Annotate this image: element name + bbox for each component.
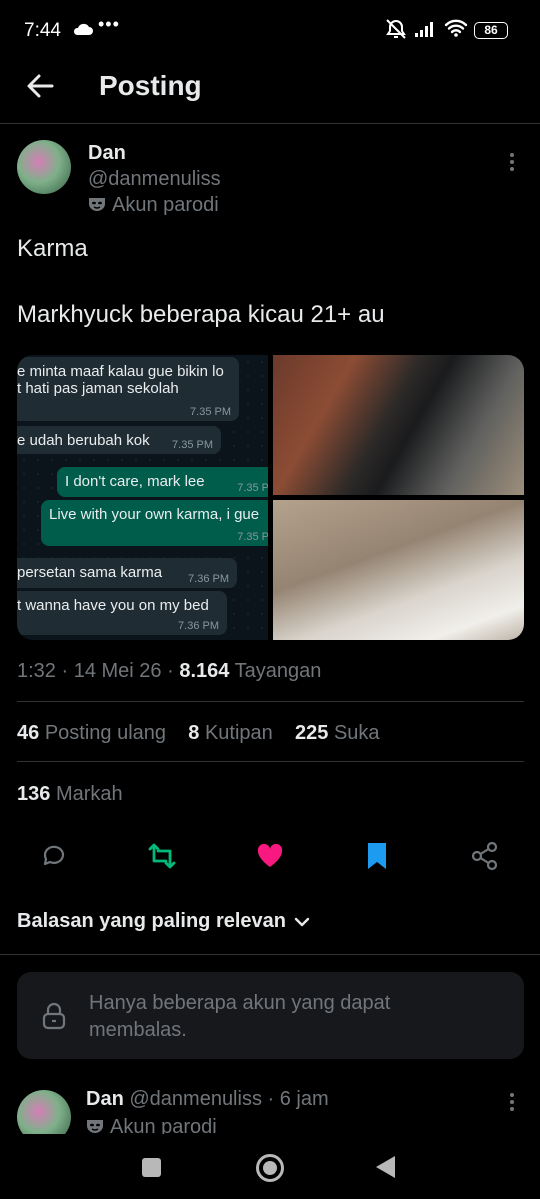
mute-icon <box>386 19 406 39</box>
avatar[interactable] <box>17 140 71 194</box>
chat-time: 7.36 PM <box>178 620 219 632</box>
parody-badge: Akun parodi <box>88 194 219 217</box>
chat-bubble: I don't care, mark lee 7.35 P <box>57 467 268 497</box>
parody-label: Akun parodi <box>112 194 219 216</box>
quote-stat[interactable]: 8 Kutipan <box>188 722 273 744</box>
tweet-time: 1:32 <box>17 660 56 682</box>
chat-text: e minta maaf kalau gue bikin lo <box>17 363 224 380</box>
reply-author-name: Dan <box>86 1088 124 1110</box>
repost-count: 46 <box>17 722 40 744</box>
chat-time: 7.35 PM <box>190 406 231 418</box>
chat-time: 7.35 P <box>237 531 268 543</box>
lock-icon <box>42 1002 66 1030</box>
status-more-dots: ••• <box>98 14 120 34</box>
status-bar: 7:44 ••• 86 <box>0 0 540 60</box>
bookmark-count: 136 <box>17 783 51 805</box>
chat-time: 7.35 P <box>237 482 268 494</box>
replies-sort-label: Balasan yang paling relevan <box>17 910 286 932</box>
tweet-text-line-2: Markhyuck beberapa kicau 21+ au <box>17 301 385 328</box>
share-icon[interactable] <box>470 841 500 871</box>
like-heart-icon[interactable] <box>255 841 285 871</box>
chat-text: t wanna have you on my bed <box>17 597 209 614</box>
chat-bubble: e minta maaf kalau gue bikin lo t hati p… <box>17 357 239 421</box>
bookmark-label: Markah <box>55 783 123 805</box>
view-label: Tayangan <box>234 660 322 682</box>
home-button[interactable] <box>256 1154 284 1182</box>
photo-image-bottom[interactable] <box>273 500 524 640</box>
bookmark-icon[interactable] <box>362 841 392 871</box>
like-count: 225 <box>295 722 329 744</box>
chat-time: 7.36 PM <box>188 573 229 585</box>
engagement-stats: 46 Posting ulang 8 Kutipan 225 Suka <box>17 722 380 745</box>
chat-bubble: Live with your own karma, i gue 7.35 P <box>41 500 268 546</box>
divider <box>17 761 524 762</box>
cloud-icon <box>73 23 93 35</box>
quote-count: 8 <box>188 722 200 744</box>
chat-bubble: persetan sama karma 7.36 PM <box>17 558 237 588</box>
photo-image-top[interactable] <box>273 355 524 495</box>
parody-mask-icon <box>89 198 105 211</box>
signal-icon <box>415 22 433 37</box>
status-time: 7:44 <box>24 20 61 41</box>
reply-icon[interactable] <box>39 841 69 871</box>
chat-screenshot-image[interactable]: e minta maaf kalau gue bikin lo t hati p… <box>17 355 268 640</box>
chat-text: Live with your own karma, i gue <box>49 506 260 523</box>
chat-bubble: t wanna have you on my bed 7.36 PM <box>17 591 227 635</box>
like-stat[interactable]: 225 Suka <box>295 722 380 744</box>
author-name[interactable]: Dan <box>88 142 126 165</box>
parody-mask-icon <box>87 1120 103 1133</box>
tweet-date: 14 Mei 26 <box>73 660 162 682</box>
reply-separator: · <box>267 1088 275 1110</box>
reply-restriction-notice: Hanya beberapa akun yang dapat membalas. <box>17 972 524 1059</box>
tweet-text-line-1: Karma <box>17 235 88 262</box>
author-handle[interactable]: @danmenuliss <box>88 168 221 191</box>
recents-button[interactable] <box>142 1158 161 1177</box>
more-options-icon[interactable] <box>509 152 515 172</box>
chat-text: e udah berubah kok <box>17 432 150 449</box>
system-nav-bar <box>0 1134 540 1199</box>
view-count: 8.164 <box>179 660 230 682</box>
like-label: Suka <box>333 722 380 744</box>
chat-time: 7.35 PM <box>172 439 213 451</box>
repost-label: Posting ulang <box>44 722 167 744</box>
reply-more-options-icon[interactable] <box>509 1092 515 1112</box>
header-divider <box>0 123 540 124</box>
reply-header[interactable]: Dan @danmenuliss · 6 jam <box>86 1088 329 1111</box>
chat-text: I don't care, mark lee <box>65 473 205 490</box>
reply-author-handle: @danmenuliss <box>129 1088 262 1110</box>
page-title: Posting <box>99 70 202 101</box>
bookmark-stat[interactable]: 136 Markah <box>17 783 123 806</box>
wifi-icon <box>444 19 468 37</box>
back-arrow-icon[interactable] <box>24 70 56 102</box>
back-button[interactable] <box>376 1156 395 1178</box>
chevron-down-icon <box>294 917 310 927</box>
repost-icon[interactable] <box>147 841 177 871</box>
repost-stat[interactable]: 46 Posting ulang <box>17 722 166 744</box>
divider <box>0 954 540 955</box>
chat-bubble: e udah berubah kok 7.35 PM <box>17 426 221 454</box>
battery-indicator: 86 <box>474 22 508 39</box>
divider <box>17 701 524 702</box>
tweet-meta: 1:32 · 14 Mei 26 · 8.164 Tayangan <box>17 660 322 682</box>
chat-text: t hati pas jaman sekolah <box>17 380 179 397</box>
chat-text: persetan sama karma <box>17 564 163 581</box>
replies-sort-dropdown[interactable]: Balasan yang paling relevan <box>17 910 310 933</box>
media-grid[interactable]: e minta maaf kalau gue bikin lo t hati p… <box>17 355 524 640</box>
reply-timestamp: 6 jam <box>279 1088 329 1110</box>
quote-label: Kutipan <box>204 722 273 744</box>
restriction-message: Hanya beberapa akun yang dapat membalas. <box>89 992 391 1041</box>
